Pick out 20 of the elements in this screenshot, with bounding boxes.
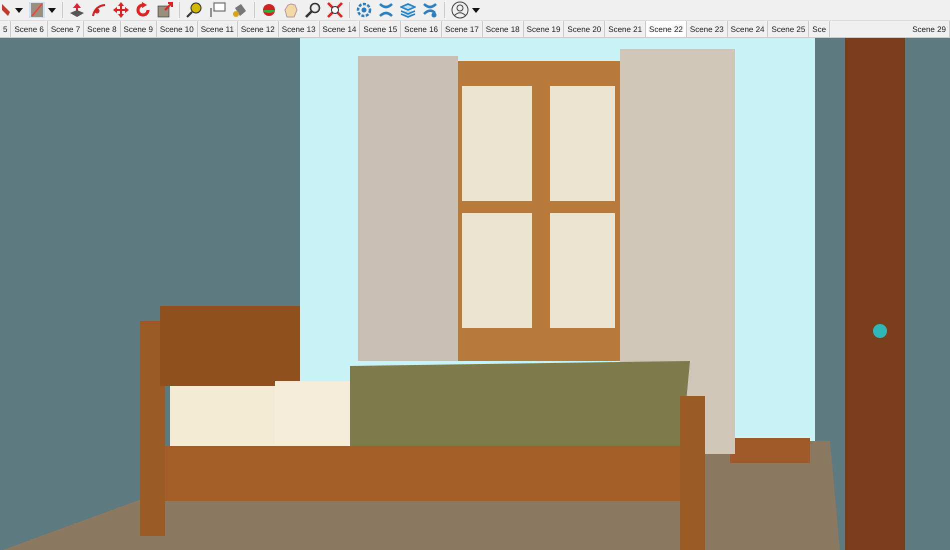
text-label-icon[interactable] [208, 2, 226, 18]
scale-icon[interactable] [157, 2, 173, 18]
zoom-extents-icon[interactable] [327, 2, 343, 18]
paint-bucket-icon[interactable] [232, 2, 248, 18]
caret-icon[interactable] [472, 8, 480, 12]
scene-tab[interactable]: Scene 14 [320, 21, 360, 37]
scene-tab[interactable]: 5 [0, 21, 12, 37]
push-pull-icon[interactable] [69, 2, 85, 18]
zoom-icon[interactable] [305, 2, 321, 18]
layers-icon[interactable] [400, 2, 416, 18]
scene-tab[interactable]: Scene 22 [646, 21, 687, 37]
caret-icon[interactable] [48, 8, 56, 12]
user-icon[interactable] [451, 1, 469, 19]
tape-measure-icon[interactable] [186, 2, 202, 18]
orbit-icon[interactable] [261, 2, 277, 18]
move-icon[interactable] [113, 2, 129, 18]
gear-icon[interactable] [356, 2, 372, 18]
scene-tab[interactable]: Scene 9 [120, 21, 157, 37]
rotate-icon[interactable] [135, 2, 151, 18]
caret-icon[interactable] [15, 8, 23, 12]
